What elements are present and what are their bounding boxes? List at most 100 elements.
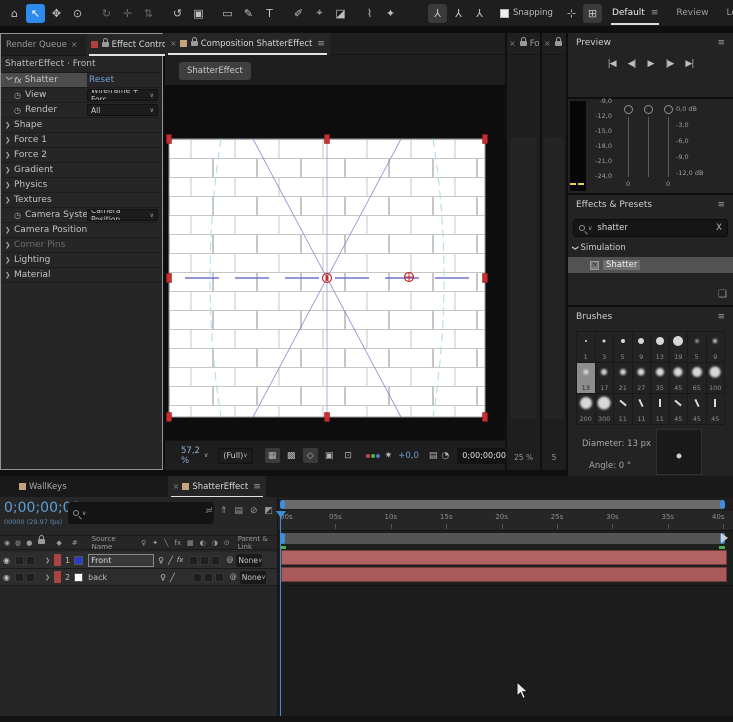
layer-label-swatch[interactable] xyxy=(54,554,61,566)
shy-icon[interactable]: ⇑ xyxy=(220,506,228,516)
stopwatch-icon[interactable]: ◷ xyxy=(14,211,21,220)
twirl-open-icon[interactable]: ❯ xyxy=(572,245,580,250)
quality-icon[interactable]: ╱ xyxy=(170,573,175,582)
layer-color-swatch[interactable] xyxy=(74,556,83,565)
audio-icon[interactable]: ◍ xyxy=(15,539,21,547)
brush-cell-9[interactable]: 9 xyxy=(707,332,726,363)
camera-tool[interactable]: ▣ xyxy=(189,4,208,23)
timeline-search-input[interactable]: ∨ xyxy=(68,502,214,524)
zoom-level[interactable]: 57,2 % xyxy=(181,446,200,466)
anchor-icon[interactable]: ♀ xyxy=(160,573,166,582)
audio-knob[interactable] xyxy=(644,105,653,114)
brush-cell-35[interactable]: 35 xyxy=(651,363,670,394)
prev-frame-button[interactable]: ◀| xyxy=(628,59,636,69)
brush-cell-45[interactable]: 45 xyxy=(707,394,726,425)
twirl-icon[interactable]: ❯ xyxy=(5,151,14,159)
twirl-icon[interactable]: ❯ xyxy=(5,226,14,234)
brush-cell-17[interactable]: 17 xyxy=(596,363,615,394)
rectangle-tool[interactable]: ▭ xyxy=(218,4,237,23)
puppet-pin-tool[interactable]: ✦ xyxy=(381,4,400,23)
new-preset-icon[interactable]: ❏ xyxy=(718,289,727,300)
timeline-horizontal-scrollbar[interactable] xyxy=(280,500,725,509)
composition-viewer-tab[interactable]: ShatterEffect xyxy=(179,62,251,80)
zoom-dropdown-icon[interactable]: ∨ xyxy=(204,448,208,463)
hand-tool[interactable]: ✥ xyxy=(47,4,66,23)
grid-guides-button[interactable]: ▦ xyxy=(265,448,280,463)
mask-feather-tool[interactable]: ⊹ xyxy=(562,4,581,23)
brush-cell-65[interactable]: 65 xyxy=(688,363,707,394)
snapping-toggle[interactable]: Snapping xyxy=(500,8,553,18)
brush-cell-11[interactable]: 11 xyxy=(614,394,633,425)
stopwatch-icon[interactable]: ◷ xyxy=(14,106,21,115)
resolution-dropdown[interactable]: (Full) ∨ xyxy=(218,448,252,464)
tab-render-queue[interactable]: Render Queue × xyxy=(1,34,86,56)
show-snapshot-icon[interactable]: ◔ xyxy=(441,448,449,463)
tab-footage-2[interactable]: × xyxy=(542,33,566,55)
effect-row-physics[interactable]: ❯Physics xyxy=(1,178,162,193)
panel-menu-icon[interactable]: ≡ xyxy=(317,39,325,49)
transparency-grid-button[interactable]: ▩ xyxy=(284,448,299,463)
brush-cell-45[interactable]: 45 xyxy=(670,394,689,425)
pan-camera-tool[interactable]: ✛ xyxy=(118,4,137,23)
effect-row-camera-position[interactable]: ❯Camera Position xyxy=(1,223,162,238)
panel-menu-icon[interactable]: ≡ xyxy=(717,200,725,210)
brush-tool[interactable]: ✐ xyxy=(289,4,308,23)
layer-row-front[interactable]: ◉❯1Front♀╱fx@None∨ xyxy=(0,552,277,569)
pixel-preview-tool[interactable]: ⊞ xyxy=(583,4,602,23)
footage-zoom-level[interactable]: 25 % xyxy=(507,453,540,462)
category-simulation[interactable]: ❯ Simulation xyxy=(573,243,626,253)
composition-timecode[interactable]: 0;00;00;00 xyxy=(457,448,511,464)
channel-rgb-icon[interactable] xyxy=(366,454,381,458)
clone-stamp-tool[interactable]: ⌖ xyxy=(310,4,329,23)
effects-search-input[interactable]: ∨ shatter X xyxy=(573,219,728,237)
source-name-header[interactable]: Source Name xyxy=(92,535,132,551)
mask-visibility-button[interactable]: ◇ xyxy=(303,448,318,463)
solo-icon[interactable]: ● xyxy=(26,539,32,547)
panel-menu-icon[interactable]: ≡ xyxy=(253,482,261,492)
anchor-icon[interactable]: ♀ xyxy=(158,556,164,565)
selection-tool[interactable]: ↖ xyxy=(26,4,45,23)
quality-icon[interactable]: ╱ xyxy=(168,556,173,565)
close-icon[interactable]: × xyxy=(509,39,516,48)
switch-cell[interactable] xyxy=(200,556,209,565)
switch-cell[interactable] xyxy=(215,573,224,582)
brush-cell-13[interactable]: 13 xyxy=(577,363,596,394)
scrollbar-left-cap[interactable] xyxy=(280,500,285,509)
effect-row-force-1[interactable]: ❯Force 1 xyxy=(1,133,162,148)
twirl-icon[interactable]: ❯ xyxy=(5,136,14,144)
workspace-menu-icon[interactable]: ≡ xyxy=(651,8,659,18)
brush-cell-11[interactable]: 11 xyxy=(651,394,670,425)
twirl-icon[interactable]: ❯ xyxy=(45,557,50,564)
effect-row-material[interactable]: ❯Material xyxy=(1,268,162,283)
effect-row-force-2[interactable]: ❯Force 2 xyxy=(1,148,162,163)
composition-canvas[interactable] xyxy=(169,139,485,417)
brush-cell-45[interactable]: 45 xyxy=(670,363,689,394)
eye-icon[interactable]: ◉ xyxy=(3,556,10,565)
brush-cell-19[interactable]: 19 xyxy=(670,332,689,363)
comp-mini-flowchart-icon[interactable]: ≓ xyxy=(205,506,213,516)
exposure-value[interactable]: +0,0 xyxy=(398,451,419,461)
tab-wallkeys[interactable]: WallKeys xyxy=(14,476,72,498)
brush-cell-13[interactable]: 13 xyxy=(651,332,670,363)
tab-composition[interactable]: × Composition ShatterEffect ≡ xyxy=(165,33,330,55)
parent-dropdown[interactable]: None∨ xyxy=(236,554,262,567)
eraser-tool[interactable]: ◪ xyxy=(331,4,350,23)
play-button[interactable]: ▶ xyxy=(648,59,654,69)
twirl-icon[interactable]: ❯ xyxy=(5,256,14,264)
layer-bar-back[interactable] xyxy=(281,567,727,582)
home-tool[interactable]: ⌂ xyxy=(5,4,24,23)
reset-button[interactable]: Reset xyxy=(89,75,114,85)
close-icon[interactable]: × xyxy=(170,39,177,48)
panel-menu-icon[interactable]: ≡ xyxy=(717,312,725,322)
effect-row-lighting[interactable]: ❯Lighting xyxy=(1,253,162,268)
layer-color-swatch[interactable] xyxy=(74,573,83,582)
stopwatch-icon[interactable]: ◷ xyxy=(14,91,21,100)
parent-dropdown[interactable]: None∨ xyxy=(240,571,266,584)
audio-cell[interactable] xyxy=(15,573,24,582)
brush-cell-3[interactable]: 3 xyxy=(596,332,615,363)
close-icon[interactable]: × xyxy=(173,482,180,491)
tab-footage[interactable]: × Footag xyxy=(507,33,540,55)
property-dropdown[interactable]: All∨ xyxy=(87,104,158,116)
rotation-tool[interactable]: ↺ xyxy=(168,4,187,23)
lock-icon[interactable] xyxy=(38,539,45,544)
